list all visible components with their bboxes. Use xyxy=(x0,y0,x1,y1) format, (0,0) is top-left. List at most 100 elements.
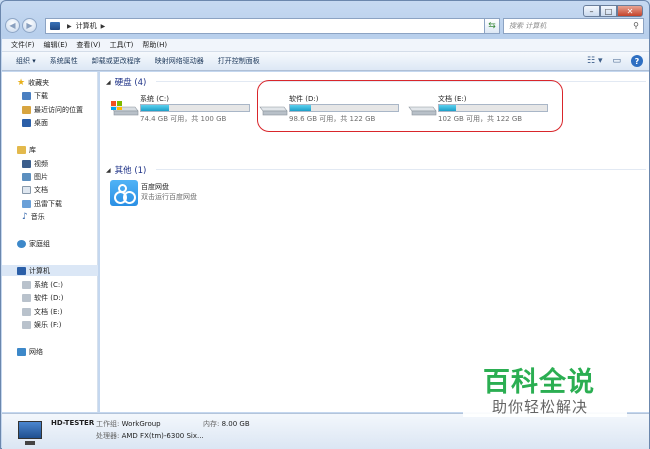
network-icon xyxy=(17,347,26,356)
nav-desktop[interactable]: 桌面 xyxy=(22,117,48,128)
desktop-icon xyxy=(22,118,31,127)
music-icon: ♪ xyxy=(22,211,28,222)
baidu-netdisk-item[interactable]: 百度网盘 双击运行百度网盘 xyxy=(108,178,248,208)
preview-pane-icon[interactable]: ▭ xyxy=(612,56,621,66)
drive-usage-bar xyxy=(289,104,399,112)
drive-usage-fill xyxy=(141,105,169,111)
star-icon: ★ xyxy=(17,77,26,88)
drive-free-space: 74.4 GB 可用，共 100 GB xyxy=(140,115,227,123)
back-button[interactable]: ◀ xyxy=(5,18,20,33)
drive-name: 文档 (E:) xyxy=(438,95,467,103)
drive-tile-d[interactable]: 软件 (D:) 98.6 GB 可用，共 122 GB xyxy=(258,93,408,123)
item-name: 百度网盘 xyxy=(141,183,169,191)
nav-drive-f[interactable]: 娱乐 (F:) xyxy=(22,319,62,330)
drive-name: 软件 (D:) xyxy=(289,95,319,103)
drive-free-space: 98.6 GB 可用，共 122 GB xyxy=(289,115,376,123)
search-icon[interactable]: ⚲ xyxy=(633,21,639,30)
menu-help[interactable]: 帮助(H) xyxy=(142,40,167,50)
search-placeholder: 搜索 计算机 xyxy=(509,22,547,30)
menu-tools[interactable]: 工具(T) xyxy=(110,40,134,50)
videos-icon xyxy=(22,159,31,168)
nav-drive-e[interactable]: 文档 (E:) xyxy=(22,306,62,317)
group-divider xyxy=(156,169,646,170)
map-drive-button[interactable]: 映射网络驱动器 xyxy=(155,56,204,66)
details-pane: HD-TESTER 工作组: WorkGroup 内存: 8.00 GB 处理器… xyxy=(2,413,649,449)
nav-drive-c[interactable]: 系统 (C:) xyxy=(22,279,63,290)
nav-libraries[interactable]: 库 xyxy=(17,144,36,155)
search-input[interactable]: 搜索 计算机 ⚲ xyxy=(503,18,644,34)
drive-usage-bar xyxy=(140,104,250,112)
drive-icon xyxy=(408,106,437,116)
menu-file[interactable]: 文件(F) xyxy=(11,40,35,50)
drive-icon xyxy=(22,307,31,316)
nav-network[interactable]: 网络 xyxy=(17,346,43,357)
menu-bar: 文件(F) 编辑(E) 查看(V) 工具(T) 帮助(H) xyxy=(2,39,649,52)
nav-pictures[interactable]: 图片 xyxy=(22,171,48,182)
command-bar: 组织 ▾ 系统属性 卸载或更改程序 映射网络驱动器 打开控制面板 ☷ ▾ ▭ ? xyxy=(2,52,649,71)
breadcrumb-computer[interactable]: 计算机 xyxy=(76,21,97,31)
nav-music[interactable]: ♪ 音乐 xyxy=(22,211,45,222)
watermark-subtitle: 助你轻松解决 xyxy=(492,398,589,416)
workgroup-info: 工作组: WorkGroup xyxy=(96,420,161,428)
thunder-download-icon xyxy=(22,199,31,208)
view-options-icon[interactable]: ☷ ▾ xyxy=(587,56,602,66)
drive-icon xyxy=(22,293,31,302)
drive-tile-c[interactable]: 系统 (C:) 74.4 GB 可用，共 100 GB xyxy=(109,93,259,123)
group-other[interactable]: ◢ 其他 (1) xyxy=(106,164,646,176)
system-drive-icon xyxy=(110,101,139,116)
breadcrumb-separator-icon: ▶ xyxy=(67,22,72,30)
drive-tile-e[interactable]: 文档 (E:) 102 GB 可用，共 122 GB xyxy=(407,93,557,123)
collapse-arrow-icon[interactable]: ◢ xyxy=(106,79,111,86)
watermark-title: 百科全说 xyxy=(483,367,595,398)
watermark: 百科全说 助你轻松解决 xyxy=(463,353,627,417)
organize-button[interactable]: 组织 ▾ xyxy=(16,56,36,66)
computer-icon xyxy=(18,421,42,445)
homegroup-icon xyxy=(17,239,26,248)
nav-drive-d[interactable]: 软件 (D:) xyxy=(22,292,63,303)
minimize-button[interactable]: – xyxy=(583,5,600,17)
drive-name: 系统 (C:) xyxy=(140,95,169,103)
drive-usage-bar xyxy=(438,104,548,112)
menu-view[interactable]: 查看(V) xyxy=(76,40,100,50)
forward-arrow-icon: ▶ xyxy=(26,21,33,30)
computer-icon xyxy=(17,266,26,275)
collapse-arrow-icon[interactable]: ◢ xyxy=(106,167,111,174)
nav-favorites[interactable]: ★ 收藏夹 xyxy=(17,77,49,88)
close-button[interactable]: ✕ xyxy=(617,5,643,17)
nav-computer[interactable]: 计算机 xyxy=(2,265,98,276)
forward-button[interactable]: ▶ xyxy=(22,18,37,33)
nav-documents[interactable]: 文档 xyxy=(22,184,48,195)
item-description: 双击运行百度网盘 xyxy=(141,193,197,201)
drive-icon xyxy=(22,320,31,329)
explorer-window: – □ ✕ ◀ ▶ ▶ 计算机 ▶ ▾ ⇆ 搜索 计算机 ⚲ 文件(F) 编辑(… xyxy=(0,0,650,449)
system-properties-button[interactable]: 系统属性 xyxy=(50,56,78,66)
drive-icon xyxy=(259,106,288,116)
drive-free-space: 102 GB 可用，共 122 GB xyxy=(438,115,523,123)
nav-recent[interactable]: 最近访问的位置 xyxy=(22,104,83,115)
maximize-button[interactable]: □ xyxy=(600,5,617,17)
nav-videos[interactable]: 视频 xyxy=(22,158,48,169)
hostname: HD-TESTER xyxy=(51,419,95,427)
pictures-icon xyxy=(22,172,31,181)
memory-info: 内存: 8.00 GB xyxy=(203,420,250,428)
recent-places-icon xyxy=(22,105,31,114)
menu-edit[interactable]: 编辑(E) xyxy=(44,40,68,50)
library-icon xyxy=(17,145,26,154)
refresh-icon: ⇆ xyxy=(488,21,496,31)
back-arrow-icon: ◀ xyxy=(9,21,16,30)
control-panel-button[interactable]: 打开控制面板 xyxy=(218,56,260,66)
computer-icon xyxy=(50,22,60,30)
cpu-info: 处理器: AMD FX(tm)-6300 Six... xyxy=(96,432,204,440)
help-icon[interactable]: ? xyxy=(631,55,643,67)
breadcrumb-separator-icon: ▶ xyxy=(100,22,106,30)
refresh-button[interactable]: ⇆ xyxy=(484,18,500,34)
nav-thunder[interactable]: 迅雷下载 xyxy=(22,198,62,209)
navigation-pane: ★ 收藏夹 下载 最近访问的位置 桌面 库 视频 图片 文档 迅雷下载 ♪ 音乐… xyxy=(2,72,98,412)
uninstall-button[interactable]: 卸载或更改程序 xyxy=(92,56,141,66)
baidu-netdisk-icon xyxy=(110,180,138,206)
address-bar[interactable]: ▶ 计算机 ▶ ▾ xyxy=(45,18,499,34)
nav-homegroup[interactable]: 家庭组 xyxy=(17,238,50,249)
nav-downloads[interactable]: 下载 xyxy=(22,90,48,101)
drive-usage-fill xyxy=(439,105,457,111)
drive-icon xyxy=(22,280,31,289)
